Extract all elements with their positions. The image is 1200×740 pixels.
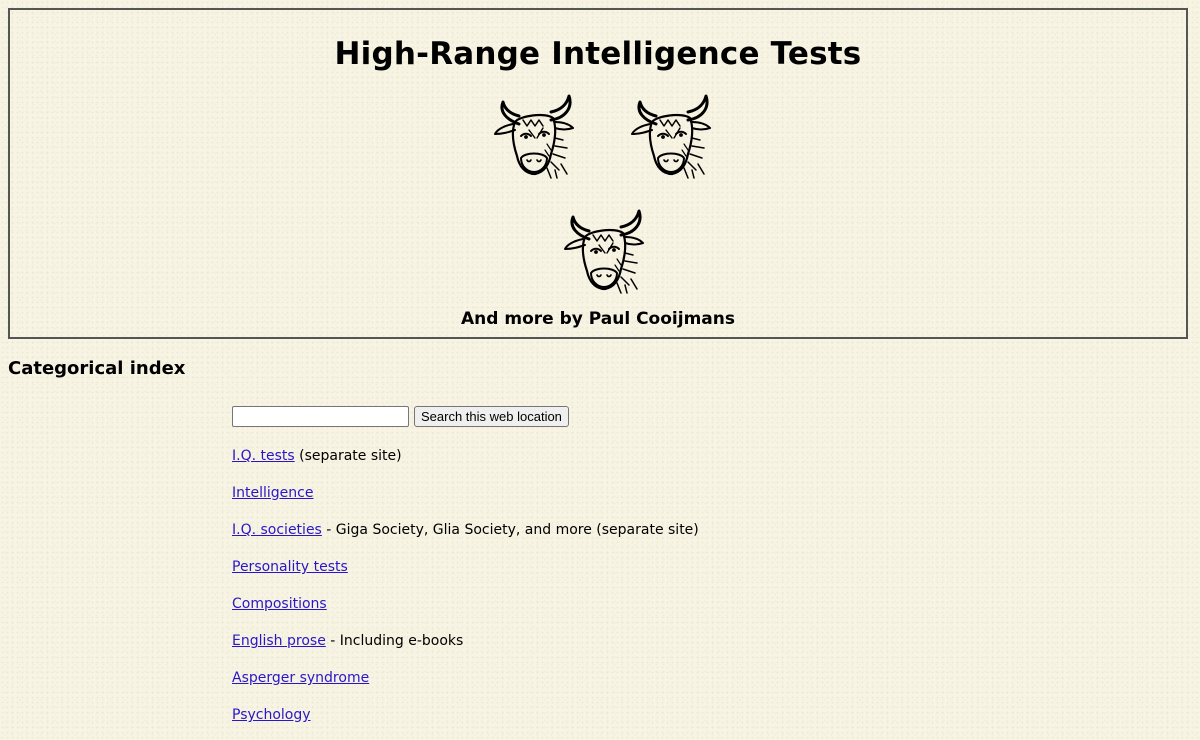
list-item: I.Q. tests (separate site) [232, 446, 699, 483]
link-personality-tests[interactable]: Personality tests [232, 559, 348, 575]
bull-head-icon [626, 94, 716, 180]
list-item: Personality tests [232, 557, 699, 594]
list-item: Compositions [232, 594, 699, 631]
link-description: - Including e-books [325, 633, 464, 649]
link-asperger-syndrome[interactable]: Asperger syndrome [232, 670, 369, 686]
bull-head-icon [489, 94, 579, 180]
search-input[interactable] [232, 405, 409, 427]
link-iq-societies[interactable]: I.Q. societies [232, 522, 322, 538]
link-psychology[interactable]: Psychology [232, 707, 311, 723]
category-link-list: I.Q. tests (separate site) Intelligence … [232, 446, 699, 740]
header-banner: High-Range Intelligence Tests And more b… [8, 8, 1188, 339]
link-intelligence[interactable]: Intelligence [232, 485, 313, 501]
list-item: Asperger syndrome [232, 668, 699, 705]
link-compositions[interactable]: Compositions [232, 596, 327, 612]
list-item: Intelligence [232, 483, 699, 520]
list-item: I.Q. societies - Giga Society, Glia Soci… [232, 520, 699, 557]
list-item: Psychology [232, 705, 699, 740]
link-description: (separate site) [294, 448, 402, 464]
link-english-prose[interactable]: English prose [232, 633, 326, 649]
link-description: - Giga Society, Glia Society, and more (… [321, 522, 699, 538]
site-search-form: Search this web location [232, 405, 569, 427]
categorical-index-heading: Categorical index [8, 358, 186, 379]
link-iq-tests[interactable]: I.Q. tests [232, 448, 295, 464]
list-item: English prose - Including e-books [232, 631, 699, 668]
author-byline: And more by Paul Cooijmans [461, 309, 735, 329]
search-button[interactable]: Search this web location [414, 405, 569, 427]
site-title: High-Range Intelligence Tests [334, 36, 862, 72]
bull-head-icon [559, 209, 649, 295]
